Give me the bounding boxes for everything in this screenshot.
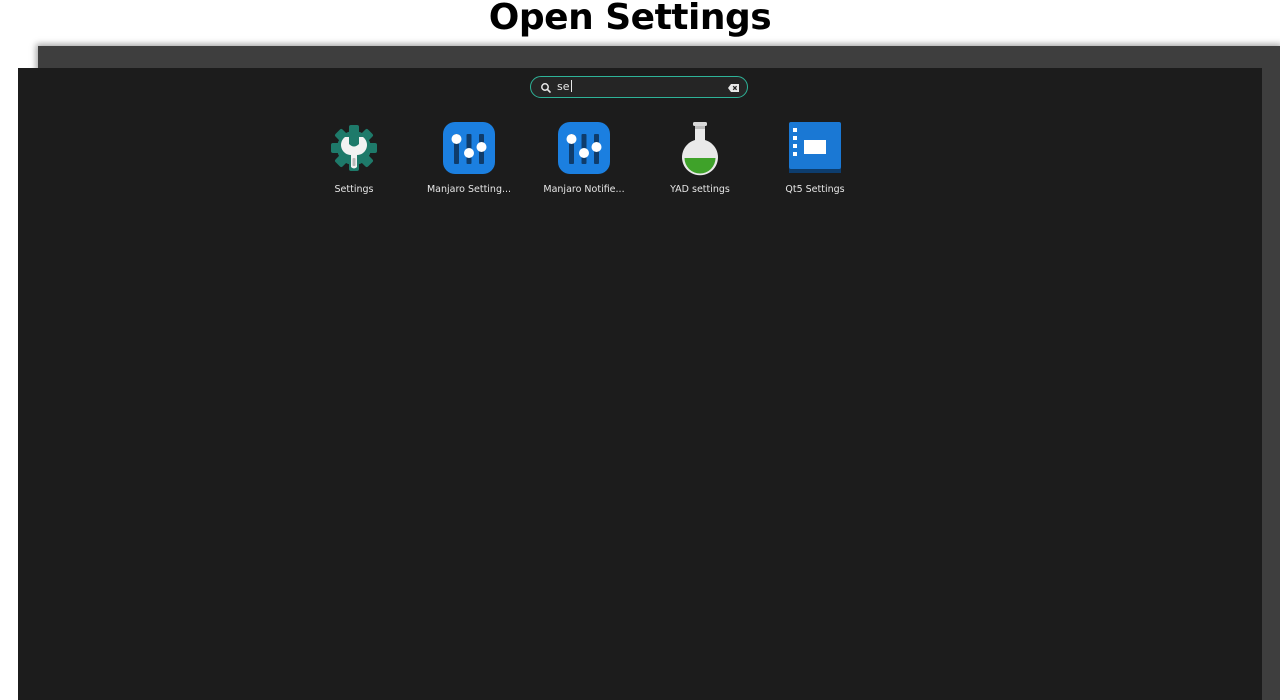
instruction-caption: Open Settings (488, 0, 772, 38)
app-yad-settings[interactable]: YAD settings (650, 120, 750, 206)
app-launcher-overlay: se Settings Manjaro Setting... Manjaro N… (18, 68, 1262, 700)
app-label: Manjaro Notifie... (543, 184, 625, 195)
app-label: Qt5 Settings (785, 184, 845, 195)
window-panel-icon (789, 122, 841, 176)
wrench-gear-icon (328, 122, 380, 176)
app-manjaro-notifier[interactable]: Manjaro Notifie... (534, 120, 634, 206)
app-settings[interactable]: Settings (304, 120, 404, 206)
app-label: YAD settings (670, 184, 730, 195)
sliders-icon (558, 122, 610, 176)
app-label: Manjaro Setting... (426, 184, 512, 195)
app-manjaro-settings[interactable]: Manjaro Setting... (419, 120, 519, 206)
app-qt5-settings[interactable]: Qt5 Settings (765, 120, 865, 206)
sliders-icon (443, 122, 495, 176)
app-label: Settings (334, 184, 374, 195)
flask-icon (674, 122, 726, 176)
search-results-grid: Settings Manjaro Setting... Manjaro Noti… (18, 68, 1262, 268)
